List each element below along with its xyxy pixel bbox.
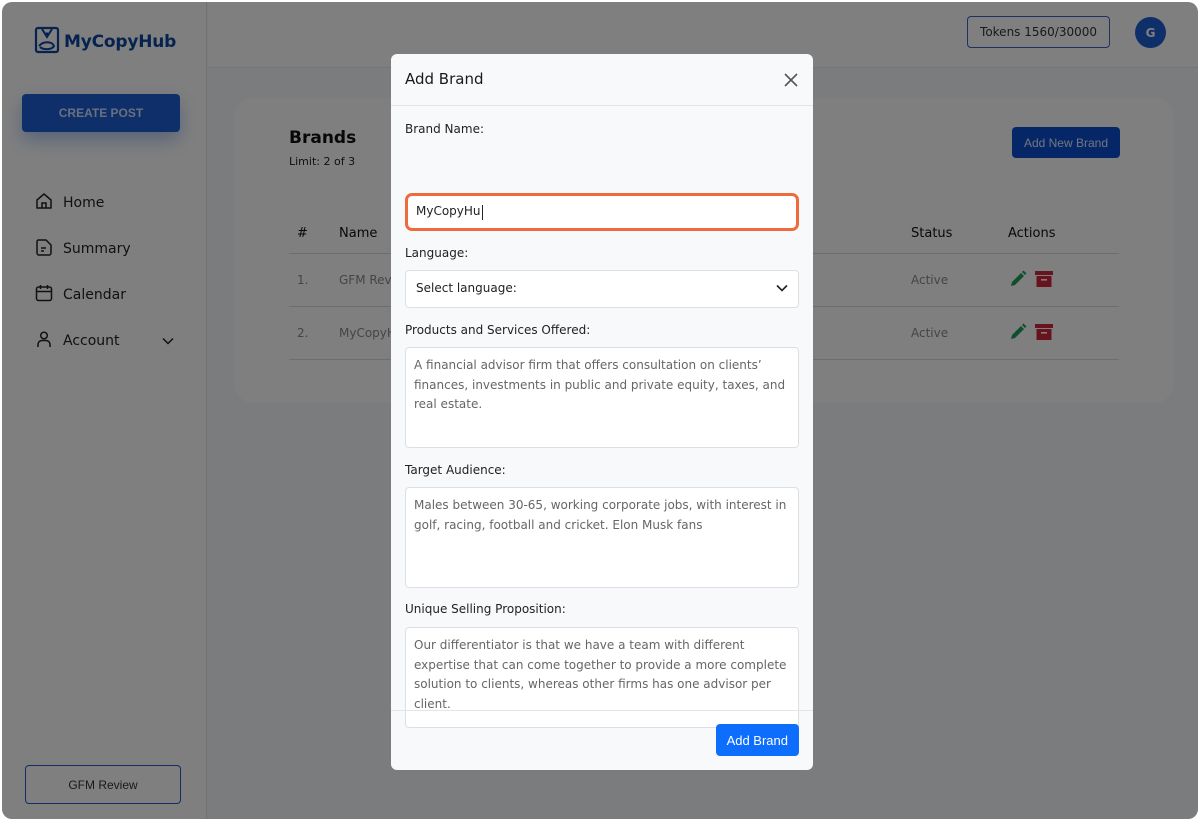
add-brand-submit-button[interactable]: Add Brand (715, 724, 799, 756)
chevron-down-icon (776, 279, 788, 299)
close-icon[interactable] (781, 70, 801, 90)
text-caret (481, 204, 483, 220)
brand-name-value: MyCopyHu (416, 204, 481, 219)
brand-name-input[interactable]: MyCopyHu (405, 193, 799, 231)
audience-textarea[interactable]: Males between 30-65, working corporate j… (405, 487, 799, 588)
usp-label: Unique Selling Proposition: (405, 602, 566, 616)
language-select[interactable]: Select language: (405, 270, 799, 308)
products-textarea[interactable]: A financial advisor firm that offers con… (405, 347, 799, 448)
modal-footer: Add Brand (391, 710, 813, 770)
app-window: MyCopyHub CREATE POST Home Summary Cal (2, 2, 1198, 819)
audience-label: Target Audience: (405, 463, 506, 477)
language-label: Language: (405, 246, 469, 260)
brand-name-label: Brand Name: (405, 122, 485, 136)
modal-title: Add Brand (405, 70, 484, 88)
products-label: Products and Services Offered: (405, 323, 591, 337)
modal-header: Add Brand (391, 54, 813, 106)
add-brand-modal: Add Brand Brand Name: MyCopyHu Language:… (391, 54, 813, 770)
language-selected-value: Select language: (416, 281, 517, 296)
